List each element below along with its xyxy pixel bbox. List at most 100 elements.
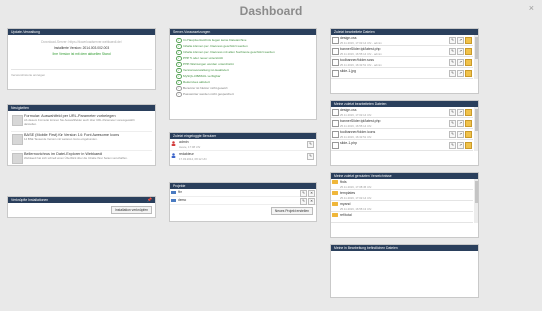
update-panel-header: Update-Verwaltung — [8, 29, 155, 35]
server-check-item: PHP-Warnungen werden unterdrückt — [176, 62, 316, 67]
server-check-item: Passwörter werden nicht gespeichert — [176, 92, 316, 97]
server-check-item: MySQL-DB/MAIL verfügbar — [176, 74, 316, 79]
external-icon[interactable]: ↗ — [457, 131, 464, 138]
pin-icon[interactable]: 📌 — [147, 197, 152, 203]
editing-files-header: Meine in Bearbeitung befindlichen Dateie… — [331, 245, 478, 251]
external-icon[interactable]: ↗ — [457, 48, 464, 55]
directory-row[interactable]: templates 25.11.2016, 17:02:14 Uhr — [331, 190, 473, 201]
external-icon[interactable]: ↗ — [457, 109, 464, 116]
folder-icon — [332, 191, 338, 195]
news-thumbnail — [12, 134, 23, 145]
update-panel: Update-Verwaltung Download-Server: https… — [7, 28, 156, 90]
folder-icon[interactable] — [465, 120, 472, 127]
scrollbar[interactable] — [474, 179, 478, 223]
folder-icon — [332, 180, 338, 184]
dir-name: templates — [340, 191, 356, 195]
file-meta: 25.11.2016, 16:32:51 Uhr — [340, 134, 372, 139]
pencil-icon[interactable]: ✎ — [300, 197, 307, 205]
installations-title: Verknüpfte Installationen — [11, 198, 49, 202]
pencil-icon[interactable]: ✎ — [449, 120, 456, 127]
pencil-icon[interactable]: ✎ — [449, 70, 456, 77]
folder-icon[interactable] — [465, 142, 472, 149]
file-row[interactable]: bannerSlider.tpl/latest.php 25.11.2016, 1… — [331, 46, 473, 57]
pencil-icon[interactable]: ✎ — [449, 109, 456, 116]
folder-icon[interactable] — [465, 48, 472, 55]
news-item[interactable]: Formular: Auswahlfeld per URL-Parameter … — [11, 113, 152, 132]
folder-icon[interactable] — [465, 37, 472, 44]
file-checkbox[interactable] — [332, 70, 339, 77]
file-meta: 25.11.2016, 17:02:14 Uhr — [340, 112, 372, 117]
pencil-icon[interactable]: ✎ — [449, 142, 456, 149]
file-checkbox[interactable] — [332, 120, 339, 127]
server-check-item: Im Hauptverzeichnis liegen keine Dateiar… — [176, 38, 316, 43]
pencil-icon[interactable]: ✎ — [307, 153, 314, 160]
news-item[interactable]: Bellernovichrus im Datei-Explorer in Web… — [11, 151, 152, 169]
my-recent-files-panel: Meine zuletzt bearbeiteten Dateien desig… — [330, 100, 479, 166]
user-row[interactable]: admin Heute, 17:08 Uhr ✎ — [170, 139, 316, 151]
file-checkbox[interactable] — [332, 37, 339, 44]
trash-icon[interactable]: ✕ — [308, 189, 315, 197]
news-text: Ab diesem Formular können Sie Auswahlfel… — [24, 118, 135, 126]
file-checkbox[interactable] — [332, 59, 339, 66]
folder-icon — [332, 202, 338, 206]
file-checkbox[interactable] — [332, 109, 339, 116]
dir-meta: 25.11.2016, 17:02:14 Uhr — [340, 195, 372, 200]
directory-row[interactable]: myand 25.11.2016, 16:55:13 Uhr — [331, 201, 473, 212]
external-icon[interactable]: ↗ — [457, 59, 464, 66]
file-row[interactable]: bannerSlider.tpl/latest.php 25.11.2016, 1… — [331, 118, 473, 129]
news-thumbnail — [12, 153, 23, 164]
server-check-item: Rekursives aktiviert — [176, 80, 316, 85]
pencil-icon[interactable]: ✎ — [449, 37, 456, 44]
folder-icon[interactable] — [465, 70, 472, 77]
directory-row[interactable]: ref/total — [331, 212, 473, 223]
file-row[interactable]: slide-1.jpg ✎ ↗ — [331, 68, 473, 79]
file-name: toolbanner/folder.scss — [340, 58, 375, 62]
folder-icon — [171, 190, 176, 194]
page-title: Dashboard — [239, 4, 303, 18]
update-footer-link[interactable]: Versionshistorie anzeigen — [11, 69, 152, 77]
scrollbar[interactable] — [474, 35, 478, 79]
link-installation-button[interactable]: Installation verknüpfen — [111, 206, 152, 214]
user-icon — [171, 141, 176, 146]
pencil-icon[interactable]: ✎ — [300, 189, 307, 197]
trash-icon[interactable]: ✕ — [308, 197, 315, 205]
file-row[interactable]: design.css 25.11.2016, 17:02:14 Uhr - adm… — [331, 35, 473, 46]
file-checkbox[interactable] — [332, 48, 339, 55]
external-icon[interactable]: ↗ — [457, 120, 464, 127]
file-row[interactable]: toolbanner/folder.scss 25.11.2016, 16:32:… — [331, 57, 473, 68]
pencil-icon[interactable]: ✎ — [449, 131, 456, 138]
news-item[interactable]: BASE (Mobile First) für Version 14: Font… — [11, 132, 152, 151]
file-meta: 25.11.2016, 16:32:51 Uhr - admin — [340, 62, 382, 67]
external-icon[interactable]: ↗ — [457, 142, 464, 149]
file-checkbox[interactable] — [332, 131, 339, 138]
pencil-icon[interactable]: ✎ — [307, 141, 314, 148]
server-panel-header: Server-Voraussetzungen — [170, 29, 316, 35]
close-icon[interactable]: × — [529, 3, 534, 13]
folder-icon[interactable] — [465, 131, 472, 138]
directory-row[interactable]: fbds 25.11.2016, 17:08:45 Uhr — [331, 179, 473, 190]
new-project-button[interactable]: Neues Projekt erstellen — [270, 207, 313, 215]
server-check-item: PHP 5 oder neuer unterstützt — [176, 56, 316, 61]
file-row[interactable]: slide-1.php ✎ ↗ — [331, 140, 473, 151]
user-meta: 17.03.2014, 08:12 Uhr — [179, 156, 207, 161]
user-row[interactable]: redakteur 17.03.2014, 08:12 Uhr ✎ — [170, 151, 316, 162]
scrollbar[interactable] — [474, 107, 478, 151]
file-row[interactable]: design.css 25.11.2016, 17:02:14 Uhr ✎ ↗ — [331, 107, 473, 118]
external-icon[interactable]: ↗ — [457, 70, 464, 77]
folder-icon[interactable] — [465, 109, 472, 116]
news-text: Webkaedi hat sich schnell einen Überblic… — [24, 156, 128, 160]
file-row[interactable]: toolbanner/folder.icons 25.11.2016, 16:32… — [331, 129, 473, 140]
dir-meta: 25.11.2016, 17:08:45 Uhr — [340, 184, 372, 189]
server-check-item: Inhalte können per .htaccess mit allen S… — [176, 50, 316, 55]
project-row[interactable]: fbr ✎ ✕ — [170, 189, 316, 197]
project-row[interactable]: demo ✎ ✕ — [170, 197, 316, 205]
pencil-icon[interactable]: ✎ — [449, 59, 456, 66]
file-checkbox[interactable] — [332, 142, 339, 149]
folder-icon[interactable] — [465, 59, 472, 66]
pencil-icon[interactable]: ✎ — [449, 48, 456, 55]
user-icon — [171, 153, 176, 158]
server-check-item: Benutzer ist Nutzer nicht gesetzt — [176, 86, 316, 91]
news-panel-header: Neuigkeiten — [8, 105, 155, 111]
news-thumbnail — [12, 115, 23, 126]
external-icon[interactable]: ↗ — [457, 37, 464, 44]
